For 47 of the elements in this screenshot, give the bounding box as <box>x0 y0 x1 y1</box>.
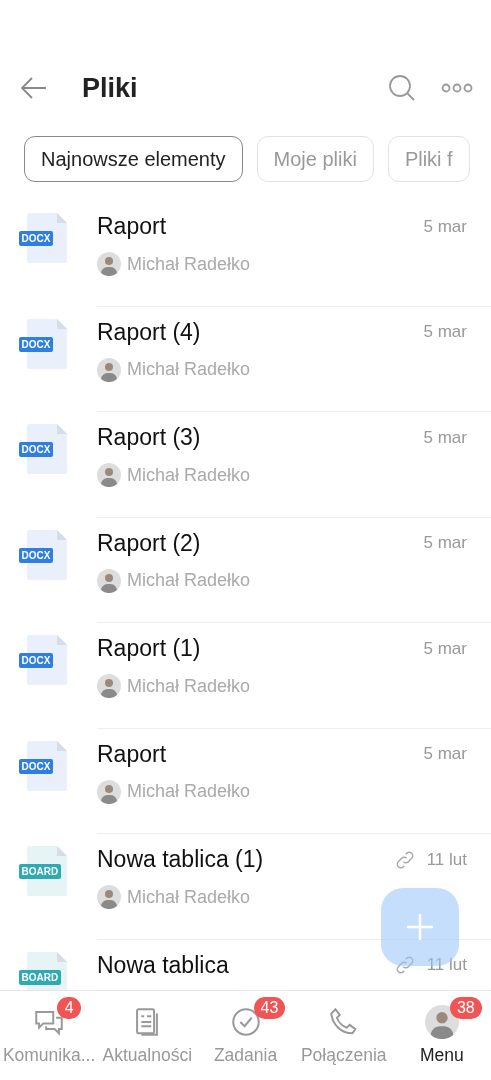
file-name: Raport <box>97 213 168 240</box>
filter-chip[interactable]: Najnowsze elementy <box>24 136 243 182</box>
file-name: Raport (4) <box>97 318 202 346</box>
file-date: 5 mar <box>423 533 467 553</box>
avatar-icon <box>424 1005 459 1039</box>
nav-tab[interactable]: Aktualności <box>98 991 197 1080</box>
author-name: Michał Radełko <box>127 886 251 908</box>
author-avatar <box>97 885 121 909</box>
file-date: 11 lut <box>426 955 467 975</box>
count-badge: 43 <box>253 997 286 1019</box>
nav-tab[interactable]: Komunika... 4 <box>0 991 99 1080</box>
nav-tab[interactable]: Zadania 43 <box>196 991 295 1080</box>
author-name: Michał Radełko <box>127 359 251 380</box>
author-name: Michał Radełko <box>127 675 251 697</box>
filter-chip[interactable]: Pliki f <box>387 136 470 182</box>
author-avatar <box>97 357 121 382</box>
search-icon <box>387 73 417 103</box>
author-name: Michał Radełko <box>127 570 251 591</box>
file-name: Raport (1) <box>97 635 202 662</box>
arrow-left-icon <box>20 76 48 100</box>
author-avatar <box>97 252 121 276</box>
filter-chip[interactable]: Moje pliki <box>256 136 374 182</box>
file-date: 5 mar <box>423 744 467 764</box>
file-date: 5 mar <box>423 427 467 448</box>
nav-tab[interactable]: Połączenia <box>294 991 393 1080</box>
author-avatar <box>97 674 121 698</box>
file-date: 5 mar <box>423 322 467 342</box>
nav-tab[interactable]: Menu 38 <box>392 991 491 1080</box>
count-badge: 38 <box>449 997 482 1019</box>
file-name: Raport (2) <box>97 529 202 557</box>
file-date: 5 mar <box>423 638 467 659</box>
file-name: Raport (3) <box>97 424 202 451</box>
page-title: Pliki <box>81 72 139 104</box>
author-avatar <box>97 779 121 804</box>
author-name: Michał Radełko <box>127 464 251 486</box>
file-name: Nowa tablica <box>97 951 230 979</box>
count-badge: 4 <box>57 997 82 1019</box>
file-name: Nowa tablica (1) <box>97 846 265 873</box>
file-date: 11 lut <box>426 849 467 870</box>
author-name: Michał Radełko <box>127 781 251 802</box>
author-name: Michał Radełko <box>127 253 251 275</box>
file-date: 5 mar <box>423 216 467 237</box>
author-avatar <box>97 463 121 487</box>
plus-icon <box>406 913 434 941</box>
author-avatar <box>97 568 121 593</box>
more-icon <box>441 82 473 94</box>
file-name: Raport <box>97 740 168 768</box>
